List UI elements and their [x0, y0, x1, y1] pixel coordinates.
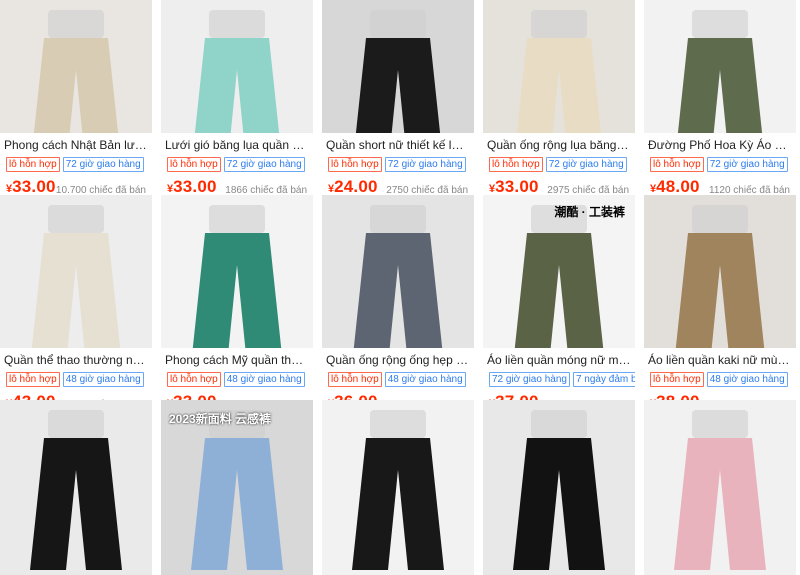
product-tag: lô hỗn hợp	[328, 372, 382, 387]
product-card[interactable]: Áo liền quần kaki nữ mùa hè m... lô hỗn h…	[644, 195, 796, 400]
product-card[interactable]	[644, 400, 796, 575]
product-title[interactable]: Lưới gió băng lụa quần ống rộ...	[161, 137, 313, 153]
sold-count: 1866 chiếc đã bán	[225, 185, 307, 195]
product-tag: 72 giờ giao hàng	[706, 157, 788, 172]
product-title[interactable]: Áo liền quần kaki nữ mùa hè m...	[644, 352, 796, 368]
product-price: 24.00	[334, 177, 378, 195]
product-tags: 72 giờ giao hàng7 ngày đảm bảo	[483, 372, 635, 387]
sold-count: 1120 chiếc đã bán	[709, 185, 790, 195]
product-tag: 72 giờ giao hàng	[489, 372, 570, 387]
product-tag: 48 giờ giao hàng	[706, 372, 788, 387]
product-tags: lô hỗn hợp 72 giờ giao hàng	[0, 157, 152, 172]
product-tag: lô hỗn hợp	[489, 157, 543, 172]
sold-count: 10.700 chiếc đã bán	[55, 185, 146, 195]
sold-count: 2750 chiếc đã bán	[386, 185, 468, 195]
product-tag: 48 giờ giao hàng	[223, 372, 305, 387]
product-title[interactable]: Quần ống rộng lụa băng màu ...	[483, 137, 635, 153]
product-price: 43.00	[12, 392, 56, 400]
product-image[interactable]	[0, 195, 152, 348]
product-image[interactable]	[161, 195, 313, 348]
product-image[interactable]: 潮酷 · 工装裤	[483, 195, 635, 348]
price-row: ¥33.00312 chiếc đã bán	[161, 392, 313, 400]
product-title[interactable]: Quần short nữ thiết kế lưng c...	[322, 137, 474, 153]
product-tag: 72 giờ giao hàng	[62, 157, 144, 172]
product-image[interactable]	[322, 0, 474, 133]
product-price: 38.00	[656, 392, 700, 400]
product-image[interactable]	[483, 400, 635, 575]
product-tag: lô hỗn hợp	[6, 372, 60, 387]
product-title[interactable]: Áo liền quần móng nữ mùa hè ...	[483, 352, 635, 368]
product-tag: lô hỗn hợp	[650, 157, 704, 172]
product-tags: lô hỗn hợp 72 giờ giao hàng	[644, 157, 796, 172]
product-card[interactable]: Quần thể thao thường ngày c... lô hỗn hợp…	[0, 195, 152, 400]
product-card[interactable]: Phong cách Mỹ quần thể thao... lô hỗn hợp…	[161, 195, 313, 400]
product-card[interactable]	[483, 400, 635, 575]
product-image[interactable]	[644, 195, 796, 348]
product-card[interactable]	[0, 400, 152, 575]
product-tag: lô hỗn hợp	[650, 372, 704, 387]
product-image[interactable]	[322, 400, 474, 575]
product-tags: lô hỗn hợp 48 giờ giao hàng	[644, 372, 796, 387]
image-overlay-text: 2023新面料 云感裤	[169, 412, 272, 426]
price-row: ¥36.001829 chiếc đã bán	[322, 392, 474, 400]
product-title[interactable]: Đường Phố Hoa Kỳ Áo Liền Qu...	[644, 137, 796, 153]
product-image[interactable]	[644, 400, 796, 575]
product-tag: 48 giờ giao hàng	[62, 372, 144, 387]
product-price: 33.00	[495, 177, 539, 195]
price-row: ¥37.00264 chiếc đã bán	[483, 392, 635, 400]
sold-count: 2975 chiếc đã bán	[547, 185, 629, 195]
product-tags: lô hỗn hợp 48 giờ giao hàng	[161, 372, 313, 387]
product-tag: lô hỗn hợp	[167, 372, 221, 387]
product-grid: Phong cách Nhật Bản lưới gió ... lô hỗn h…	[0, 0, 800, 575]
product-tag: lô hỗn hợp	[328, 157, 382, 172]
product-tags: lô hỗn hợp 72 giờ giao hàng	[161, 157, 313, 172]
price-row: ¥38.00230 chiếc đã bán	[644, 392, 796, 400]
product-tags: lô hỗn hợp 72 giờ giao hàng	[322, 157, 474, 172]
product-card[interactable]: Quần ống rộng ống hẹp nữ mù... lô hỗn hợp…	[322, 195, 474, 400]
product-price: 33.00	[173, 177, 217, 195]
product-card[interactable]: 潮酷 · 工装裤 Áo liền quần móng nữ mùa hè ... 7…	[483, 195, 635, 400]
product-tag: lô hỗn hợp	[167, 157, 221, 172]
product-image[interactable]	[0, 400, 152, 575]
product-tags: lô hỗn hợp 48 giờ giao hàng	[322, 372, 474, 387]
price-row: ¥48.00 1120 chiếc đã bán	[644, 177, 796, 195]
product-card[interactable]: Quần short nữ thiết kế lưng c... lô hỗn h…	[322, 0, 474, 195]
product-title[interactable]: Quần thể thao thường ngày c...	[0, 352, 152, 368]
price-row: ¥33.00 10.700 chiếc đã bán	[0, 177, 152, 195]
product-card[interactable]	[322, 400, 474, 575]
product-title[interactable]: Phong cách Mỹ quần thể thao...	[161, 352, 313, 368]
product-card[interactable]: Lưới gió băng lụa quần ống rộ... lô hỗn h…	[161, 0, 313, 195]
price-row: ¥43.004887 sản phẩm đã bán	[0, 392, 152, 400]
product-title[interactable]: Phong cách Nhật Bản lưới gió ...	[0, 137, 152, 153]
product-tag: 72 giờ giao hàng	[223, 157, 305, 172]
product-title[interactable]: Quần ống rộng ống hẹp nữ mù...	[322, 352, 474, 368]
product-image[interactable]: 2023新面料 云感裤	[161, 400, 313, 575]
price-row: ¥33.00 1866 chiếc đã bán	[161, 177, 313, 195]
price-row: ¥24.00 2750 chiếc đã bán	[322, 177, 474, 195]
product-price: 48.00	[656, 177, 700, 195]
product-tag: 72 giờ giao hàng	[545, 157, 627, 172]
product-image[interactable]	[322, 195, 474, 348]
product-tag: 72 giờ giao hàng	[384, 157, 466, 172]
product-tag: 7 ngày đảm bảo	[572, 372, 635, 387]
product-card[interactable]: Đường Phố Hoa Kỳ Áo Liền Qu... lô hỗn hợp…	[644, 0, 796, 195]
product-price: 33.00	[12, 177, 56, 195]
image-banner-text: 潮酷 · 工装裤	[554, 205, 625, 219]
product-card[interactable]: Quần ống rộng lụa băng màu ... lô hỗn hợp…	[483, 0, 635, 195]
product-image[interactable]	[161, 0, 313, 133]
product-price: 37.00	[495, 392, 539, 400]
product-price: 36.00	[334, 392, 378, 400]
product-image[interactable]	[0, 0, 152, 133]
product-card[interactable]: 2023新面料 云感裤	[161, 400, 313, 575]
product-image[interactable]	[483, 0, 635, 133]
product-tag: lô hỗn hợp	[6, 157, 60, 172]
product-tags: lô hỗn hợp 72 giờ giao hàng	[483, 157, 635, 172]
product-price: 33.00	[173, 392, 217, 400]
product-tag: 48 giờ giao hàng	[384, 372, 466, 387]
product-tags: lô hỗn hợp 48 giờ giao hàng	[0, 372, 152, 387]
product-card[interactable]: Phong cách Nhật Bản lưới gió ... lô hỗn h…	[0, 0, 152, 195]
price-row: ¥33.00 2975 chiếc đã bán	[483, 177, 635, 195]
product-image[interactable]	[644, 0, 796, 133]
